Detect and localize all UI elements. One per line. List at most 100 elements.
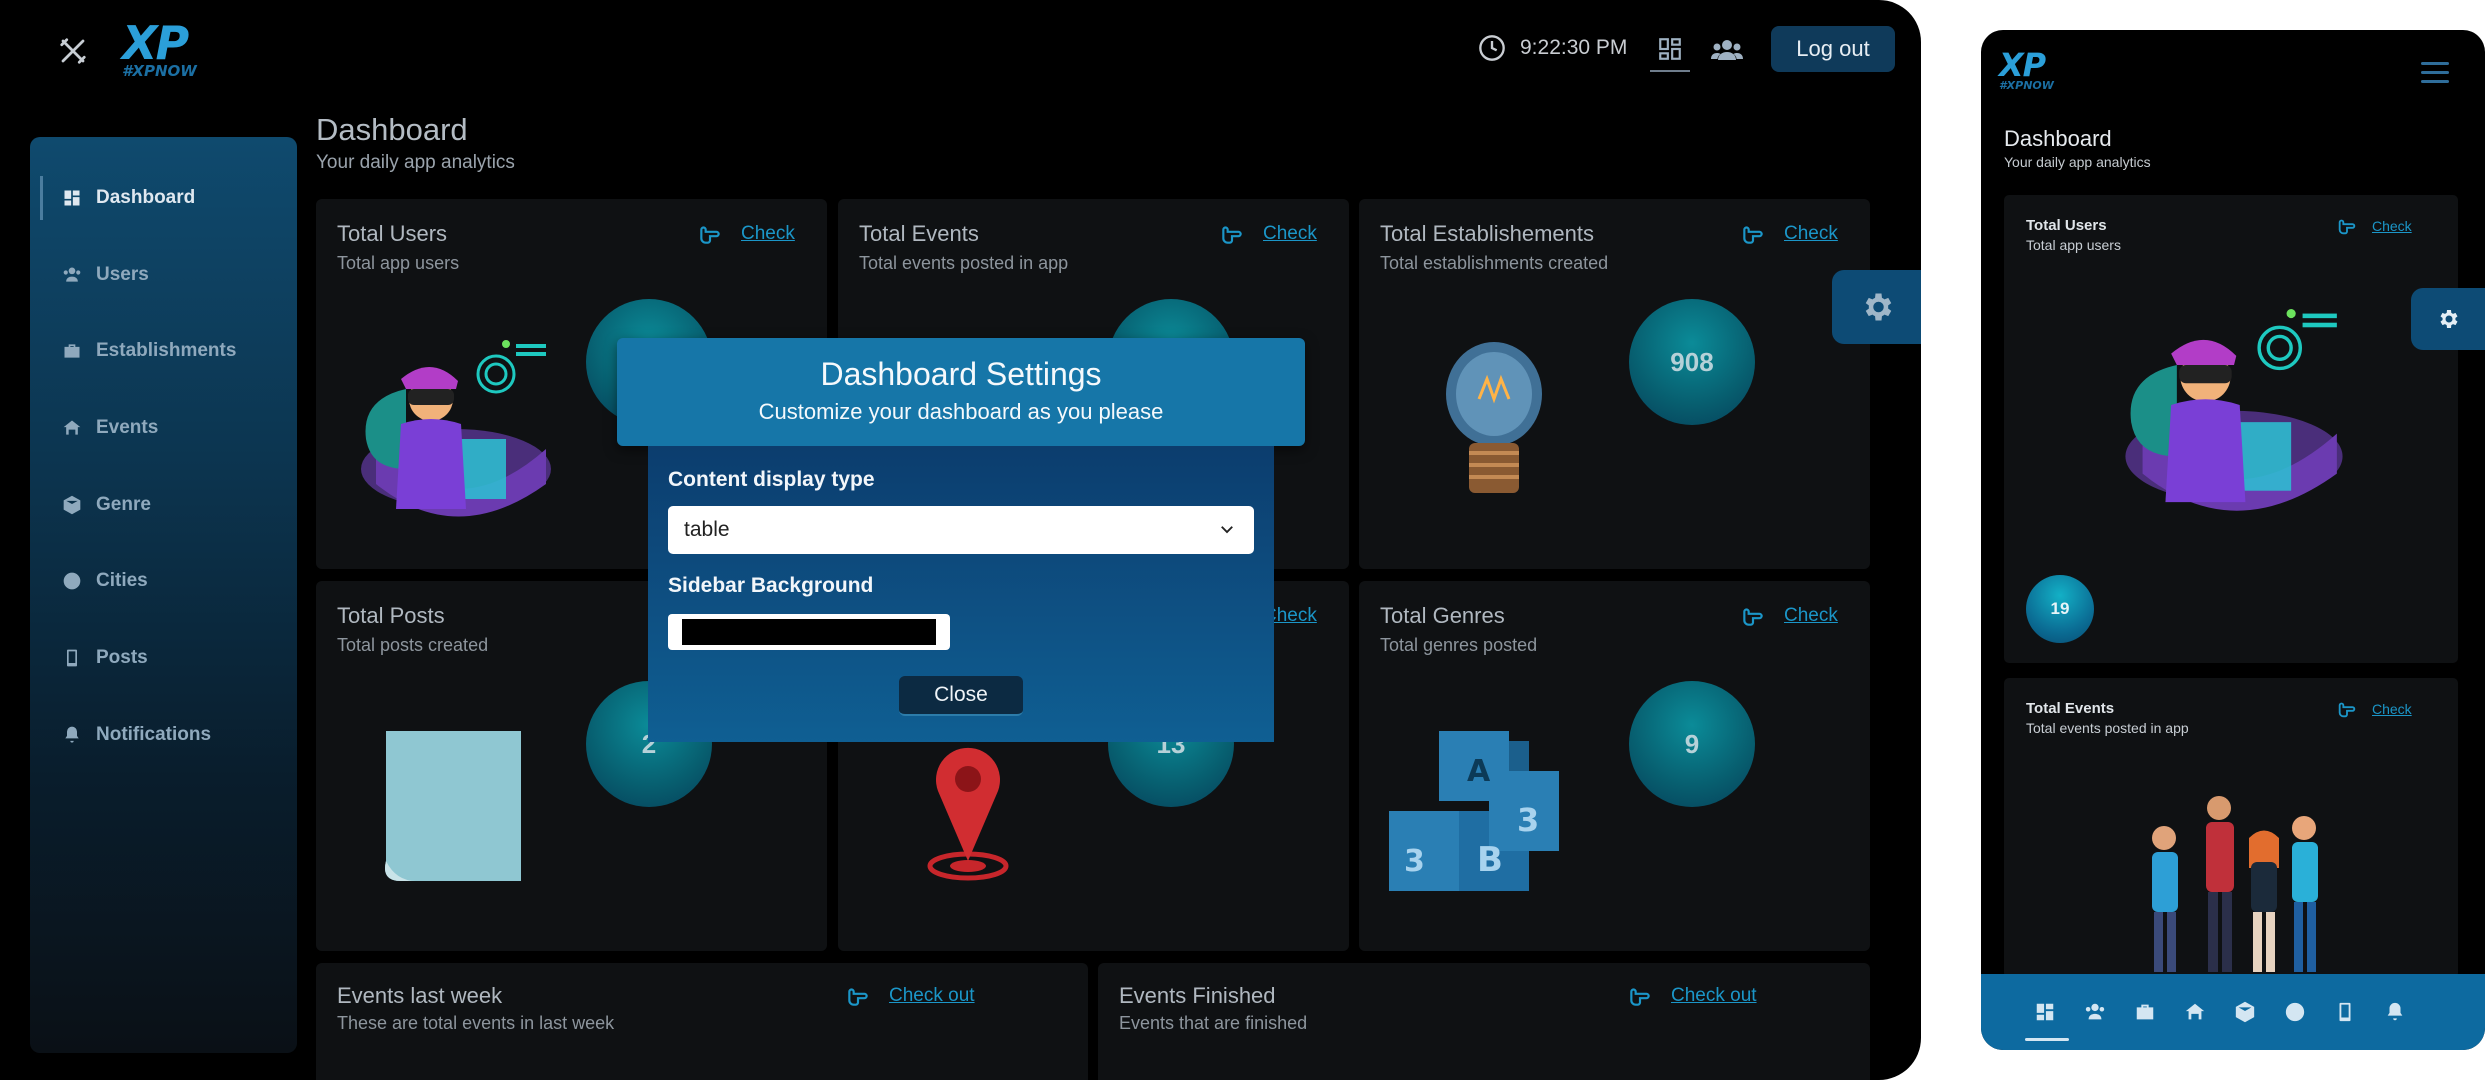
card-subtitle: Total events posted in app [859, 253, 1069, 273]
sidebar-bg-color-picker[interactable] [668, 614, 950, 650]
nav-cities[interactable] [2281, 998, 2309, 1026]
nav-dashboard[interactable] [2025, 998, 2069, 1041]
app-logo[interactable]: XP #XPNOW [122, 20, 202, 80]
globe-icon [63, 572, 81, 590]
check-link[interactable]: Check [697, 221, 795, 247]
sidebar-item-posts[interactable]: Posts [30, 630, 297, 686]
card-subtitle: Events that are finished [1119, 1013, 1308, 1033]
bell-icon [65, 726, 79, 743]
sidebar-item-label: Genre [96, 494, 151, 515]
sidebar-item-establishments[interactable]: Establishments [30, 323, 297, 379]
svg-text:3: 3 [1517, 801, 1539, 839]
card-title: Total Events [2026, 700, 2115, 717]
pointer-hand-icon [1743, 608, 1763, 626]
events-icon [2185, 1003, 2205, 1020]
check-link[interactable]: Check [1740, 221, 1838, 247]
tools-icon[interactable] [58, 36, 88, 66]
check-out-link[interactable]: Check out [845, 983, 975, 1009]
settings-tab[interactable] [1832, 270, 1921, 344]
logo-tag: #XPNOW [122, 62, 197, 80]
check-link[interactable]: Check [1740, 603, 1838, 629]
gear-icon [1865, 293, 1891, 321]
dashboard-icon [64, 190, 80, 206]
settings-modal-body: Content display type table Sidebar Backg… [648, 446, 1274, 742]
logout-button[interactable]: Log out [1771, 26, 1895, 72]
svg-text:3: 3 [1404, 844, 1425, 879]
card-subtitle: Total app users [337, 253, 460, 273]
check-link[interactable]: Check [2336, 698, 2412, 720]
nav-events[interactable] [2181, 998, 2209, 1026]
sidebar-item-dashboard[interactable]: Dashboard [30, 170, 297, 226]
nav-establishments[interactable] [2131, 998, 2159, 1026]
app-logo[interactable]: XP #XPNOW [1999, 48, 2054, 92]
card-title: Total Users [2026, 217, 2107, 234]
sidebar-item-label: Posts [96, 647, 148, 668]
display-type-select[interactable]: table [668, 506, 1254, 554]
clock-icon [1479, 35, 1505, 61]
close-button[interactable]: Close [899, 676, 1023, 716]
sidebar-item-label: Cities [96, 570, 148, 591]
card-total-genres: Total Genres Total genres posted Check A… [1359, 581, 1870, 951]
sidebar-item-label: Events [96, 417, 159, 438]
pointer-hand-icon [1222, 226, 1242, 244]
desktop-view: XP #XPNOW 9:22:30 PM Log out Dashboard U… [0, 0, 1921, 1080]
users-icon [1711, 40, 1743, 60]
settings-tab[interactable] [2411, 288, 2485, 350]
sidebar-item-users[interactable]: Users [30, 247, 297, 303]
svg-text:A: A [1467, 754, 1491, 789]
sidebar-item-label: Notifications [96, 724, 212, 745]
logo-text: XP [1999, 46, 2046, 84]
card-title: Total Genres [1380, 603, 1505, 628]
card-events-finished: Events Finished Events that are finished… [1098, 963, 1870, 1080]
card-title: Total Users [337, 221, 448, 246]
nav-posts[interactable] [2331, 998, 2359, 1026]
bottom-nav [1981, 974, 2485, 1050]
card-total-users: Total Users Total app users Check 19 [2004, 195, 2458, 663]
dashboard-icon [2036, 1003, 2054, 1021]
check-label: Check [1784, 223, 1838, 244]
sidebar-item-genre[interactable]: Genre [30, 477, 297, 533]
check-label: Check out [889, 985, 975, 1006]
check-link[interactable]: Check [1219, 221, 1317, 247]
nav-genre[interactable] [2231, 998, 2259, 1026]
check-link[interactable]: Check [2336, 215, 2412, 237]
card-subtitle: Total genres posted [1380, 635, 1538, 655]
briefcase-icon [64, 344, 80, 358]
stat-value: 908 [1629, 299, 1755, 425]
check-label: Check out [1671, 985, 1757, 1006]
page-subtitle: Your daily app analytics [316, 152, 515, 173]
top-bar: XP #XPNOW 9:22:30 PM Log out [0, 0, 1921, 100]
cube-icon [2235, 1001, 2255, 1023]
card-title: Total Posts [337, 603, 445, 628]
stat-value: 9 [1629, 681, 1755, 807]
nav-notifications[interactable] [2381, 998, 2409, 1026]
sidebar-item-cities[interactable]: Cities [30, 553, 297, 609]
sidebar-item-notifications[interactable]: Notifications [30, 707, 297, 763]
hamburger-menu-icon[interactable] [2421, 62, 2449, 84]
users-icon [63, 267, 81, 282]
modal-title: Dashboard Settings [820, 356, 1102, 392]
check-label: Check [2372, 218, 2412, 234]
map-pin-illustration [927, 747, 1009, 881]
clock: 9:22:30 PM [1478, 34, 1627, 62]
card-title: Total Events [859, 221, 979, 246]
pointer-hand-icon [1630, 988, 1650, 1006]
sidebar-item-events[interactable]: Events [30, 400, 297, 456]
briefcase-icon [2136, 1004, 2154, 1020]
pointer-hand-icon [700, 226, 720, 244]
nav-users[interactable] [2081, 998, 2109, 1026]
events-icon [63, 420, 81, 435]
gear-icon [2440, 310, 2458, 328]
globe-icon [2285, 1002, 2305, 1022]
users-view-button[interactable] [1707, 30, 1747, 70]
page-title: Dashboard [2004, 126, 2112, 151]
check-out-link[interactable]: Check out [1627, 983, 1757, 1009]
grid-view-button[interactable] [1650, 28, 1690, 72]
page-title: Dashboard [316, 112, 468, 147]
phone-icon [67, 649, 77, 667]
pointer-hand-icon [848, 988, 868, 1006]
bell-icon [2387, 1002, 2403, 1021]
sidebar: Dashboard Users Establishments Events Ge… [30, 137, 297, 1053]
card-title: Events Finished [1119, 983, 1276, 1008]
sticky-note-illustration [385, 731, 521, 881]
